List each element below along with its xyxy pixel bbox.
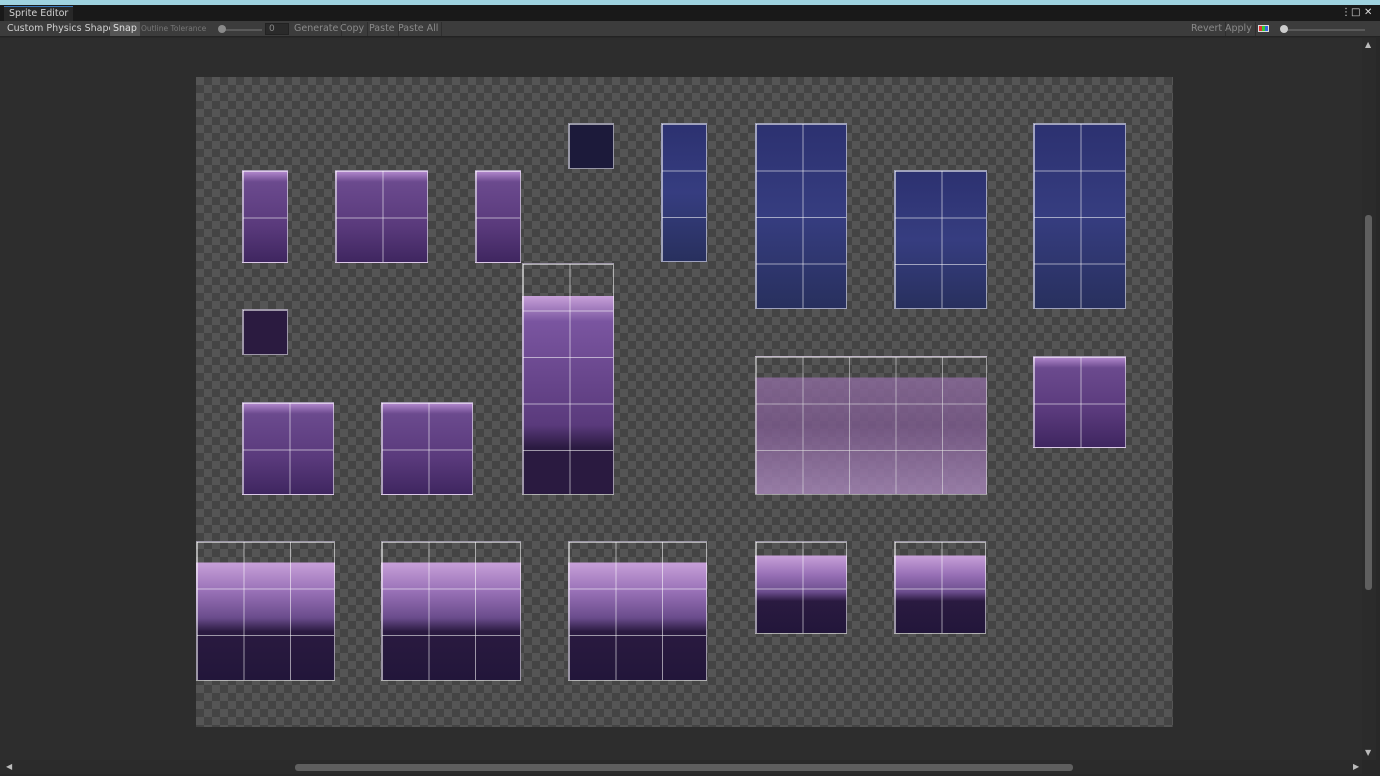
generate-button[interactable]: Generate (291, 22, 343, 36)
close-icon[interactable]: ✕ (1364, 7, 1372, 18)
vertical-scrollbar[interactable]: ▲ ▼ (1362, 38, 1376, 760)
paste-all-button[interactable]: Paste All (395, 22, 443, 36)
sprite[interactable] (381, 402, 473, 495)
sprite-editor-window: Sprite Editor ⋮ □ ✕ Custom Physics Shape… (0, 5, 1380, 776)
sprite-ledge[interactable] (568, 541, 707, 681)
outline-tolerance-slider[interactable] (222, 29, 262, 31)
snap-button[interactable]: Snap (110, 22, 140, 36)
horizontal-scroll-thumb[interactable] (295, 764, 1073, 771)
outline-tolerance-field[interactable]: 0 (265, 23, 289, 35)
vertical-scroll-thumb[interactable] (1365, 215, 1372, 590)
zoom-knob[interactable] (1280, 25, 1288, 33)
sprite[interactable] (242, 170, 288, 263)
scroll-left-icon[interactable]: ◀ (6, 762, 12, 771)
sprite[interactable] (894, 170, 987, 309)
revert-button[interactable]: Revert (1188, 22, 1227, 36)
kebab-icon[interactable]: ⋮ (1341, 7, 1351, 18)
sprite-canvas[interactable] (0, 38, 1362, 760)
sprite[interactable] (661, 123, 707, 262)
slider-knob[interactable] (218, 25, 226, 33)
outline-tolerance-label: Outline Tolerance (141, 24, 207, 33)
rgb-icon[interactable] (1258, 25, 1269, 32)
tab-bar: Sprite Editor ⋮ □ ✕ (0, 5, 1380, 21)
sprite[interactable] (335, 170, 428, 263)
sprite[interactable] (475, 170, 521, 263)
maximize-icon[interactable]: □ (1351, 7, 1360, 18)
tab-sprite-editor[interactable]: Sprite Editor (4, 6, 74, 21)
sprite-ledge[interactable] (196, 541, 335, 681)
horizontal-scrollbar[interactable]: ◀ ▶ (0, 760, 1362, 774)
sprite-pillar[interactable] (522, 263, 614, 495)
paste-button[interactable]: Paste (366, 22, 399, 36)
scroll-right-icon[interactable]: ▶ (1353, 762, 1359, 771)
scroll-up-icon[interactable]: ▲ (1365, 40, 1371, 49)
apply-button[interactable]: Apply (1222, 22, 1256, 36)
sprite-balustrade[interactable] (755, 356, 987, 495)
sprite-ledge[interactable] (381, 541, 521, 681)
sprite[interactable] (1033, 356, 1126, 448)
sprite-ledge[interactable] (894, 541, 986, 634)
sprite-ledge[interactable] (755, 541, 847, 634)
copy-button[interactable]: Copy (337, 22, 369, 36)
sprite-arch-window[interactable] (1033, 123, 1126, 309)
sprite[interactable] (242, 309, 288, 355)
mode-label: Custom Physics Shape (7, 23, 115, 34)
sprite[interactable] (568, 123, 614, 169)
toolbar: Custom Physics Shape ▾ Snap Outline Tole… (0, 21, 1380, 37)
sprite[interactable] (242, 402, 334, 495)
zoom-slider[interactable] (1285, 29, 1365, 31)
mode-dropdown[interactable]: Custom Physics Shape ▾ (4, 22, 125, 36)
sprite-candle-window[interactable] (755, 123, 847, 309)
scroll-down-icon[interactable]: ▼ (1365, 748, 1371, 757)
